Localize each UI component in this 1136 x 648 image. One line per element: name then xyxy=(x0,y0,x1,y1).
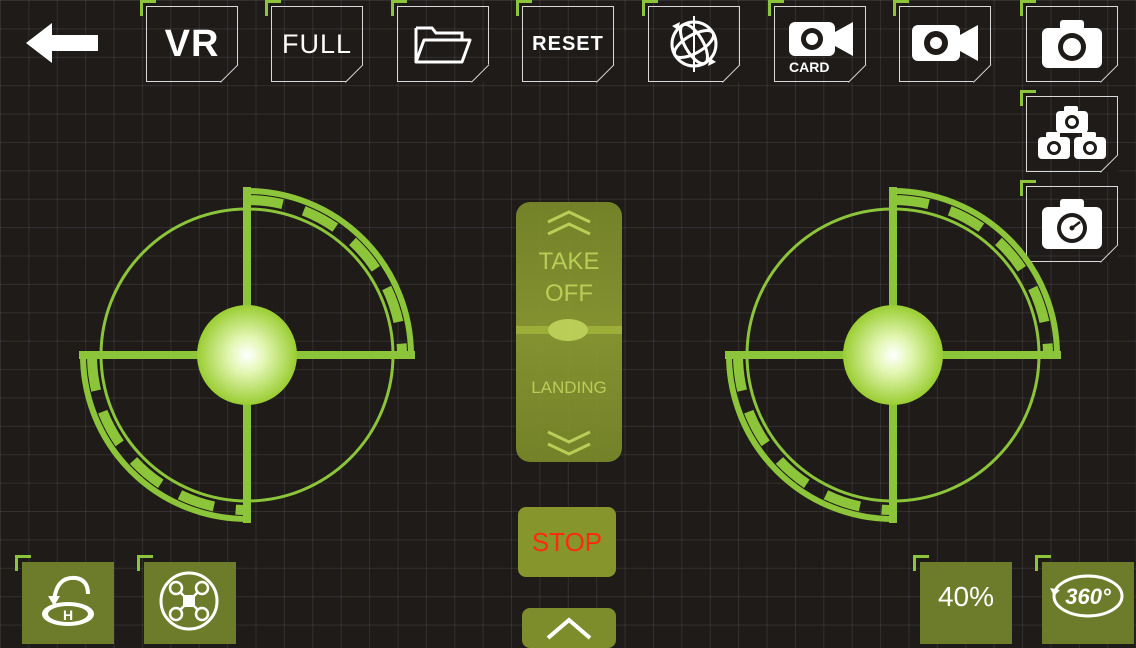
vr-label: VR xyxy=(164,22,220,65)
record-to-card-button[interactable]: CARD xyxy=(768,0,866,82)
back-button[interactable] xyxy=(22,18,102,68)
rotate-360-icon: 360° xyxy=(1050,574,1124,618)
folder-icon xyxy=(414,26,472,64)
take-off-label-1: TAKE xyxy=(538,248,600,275)
slider-thumb[interactable] xyxy=(548,319,588,341)
drone-icon xyxy=(159,571,219,631)
full-button[interactable]: FULL xyxy=(265,0,363,82)
camera-icon xyxy=(1042,20,1102,68)
video-camera-icon xyxy=(912,25,978,61)
gyro-calibrate-button[interactable] xyxy=(642,0,740,82)
rotate-label: 360° xyxy=(1065,584,1111,609)
stop-button[interactable]: STOP xyxy=(518,507,616,577)
chevron-down-icon xyxy=(547,430,591,456)
landing-label: LANDING xyxy=(531,378,607,397)
left-joystick[interactable] xyxy=(76,184,418,526)
chevron-up-icon xyxy=(546,617,592,640)
burst-photo-button[interactable] xyxy=(1020,90,1118,172)
drone-mode-button[interactable] xyxy=(137,555,236,644)
take-off-label-2: OFF xyxy=(545,280,593,307)
return-home-button[interactable]: H xyxy=(15,555,114,644)
reset-button[interactable]: RESET xyxy=(516,0,614,82)
video-camera-card-icon: CARD xyxy=(789,22,853,74)
joystick-ring xyxy=(79,187,415,523)
takeoff-landing-slider[interactable]: TAKE OFF LANDING xyxy=(516,202,622,462)
back-arrow-icon xyxy=(26,23,98,63)
stop-label: STOP xyxy=(531,526,603,557)
joystick-ring xyxy=(725,187,1061,523)
right-joystick[interactable] xyxy=(722,184,1064,526)
take-photo-button[interactable] xyxy=(1020,0,1118,82)
vr-button[interactable]: VR xyxy=(140,0,238,82)
reset-label: RESET xyxy=(532,32,604,55)
chevron-up-icon xyxy=(547,210,591,236)
up-button[interactable] xyxy=(522,608,616,648)
gyro-calibrate-icon xyxy=(670,16,718,72)
record-button[interactable] xyxy=(893,0,991,82)
burst-camera-icon xyxy=(1038,106,1106,159)
return-home-icon: H xyxy=(42,575,94,626)
svg-text:H: H xyxy=(63,607,73,623)
speed-button[interactable]: 40% xyxy=(913,555,1012,644)
full-label: FULL xyxy=(281,28,353,59)
folder-button[interactable] xyxy=(391,0,489,82)
card-label: CARD xyxy=(789,59,829,74)
speed-label: 40% xyxy=(937,581,995,612)
rotate-360-button[interactable]: 360° xyxy=(1035,555,1134,644)
